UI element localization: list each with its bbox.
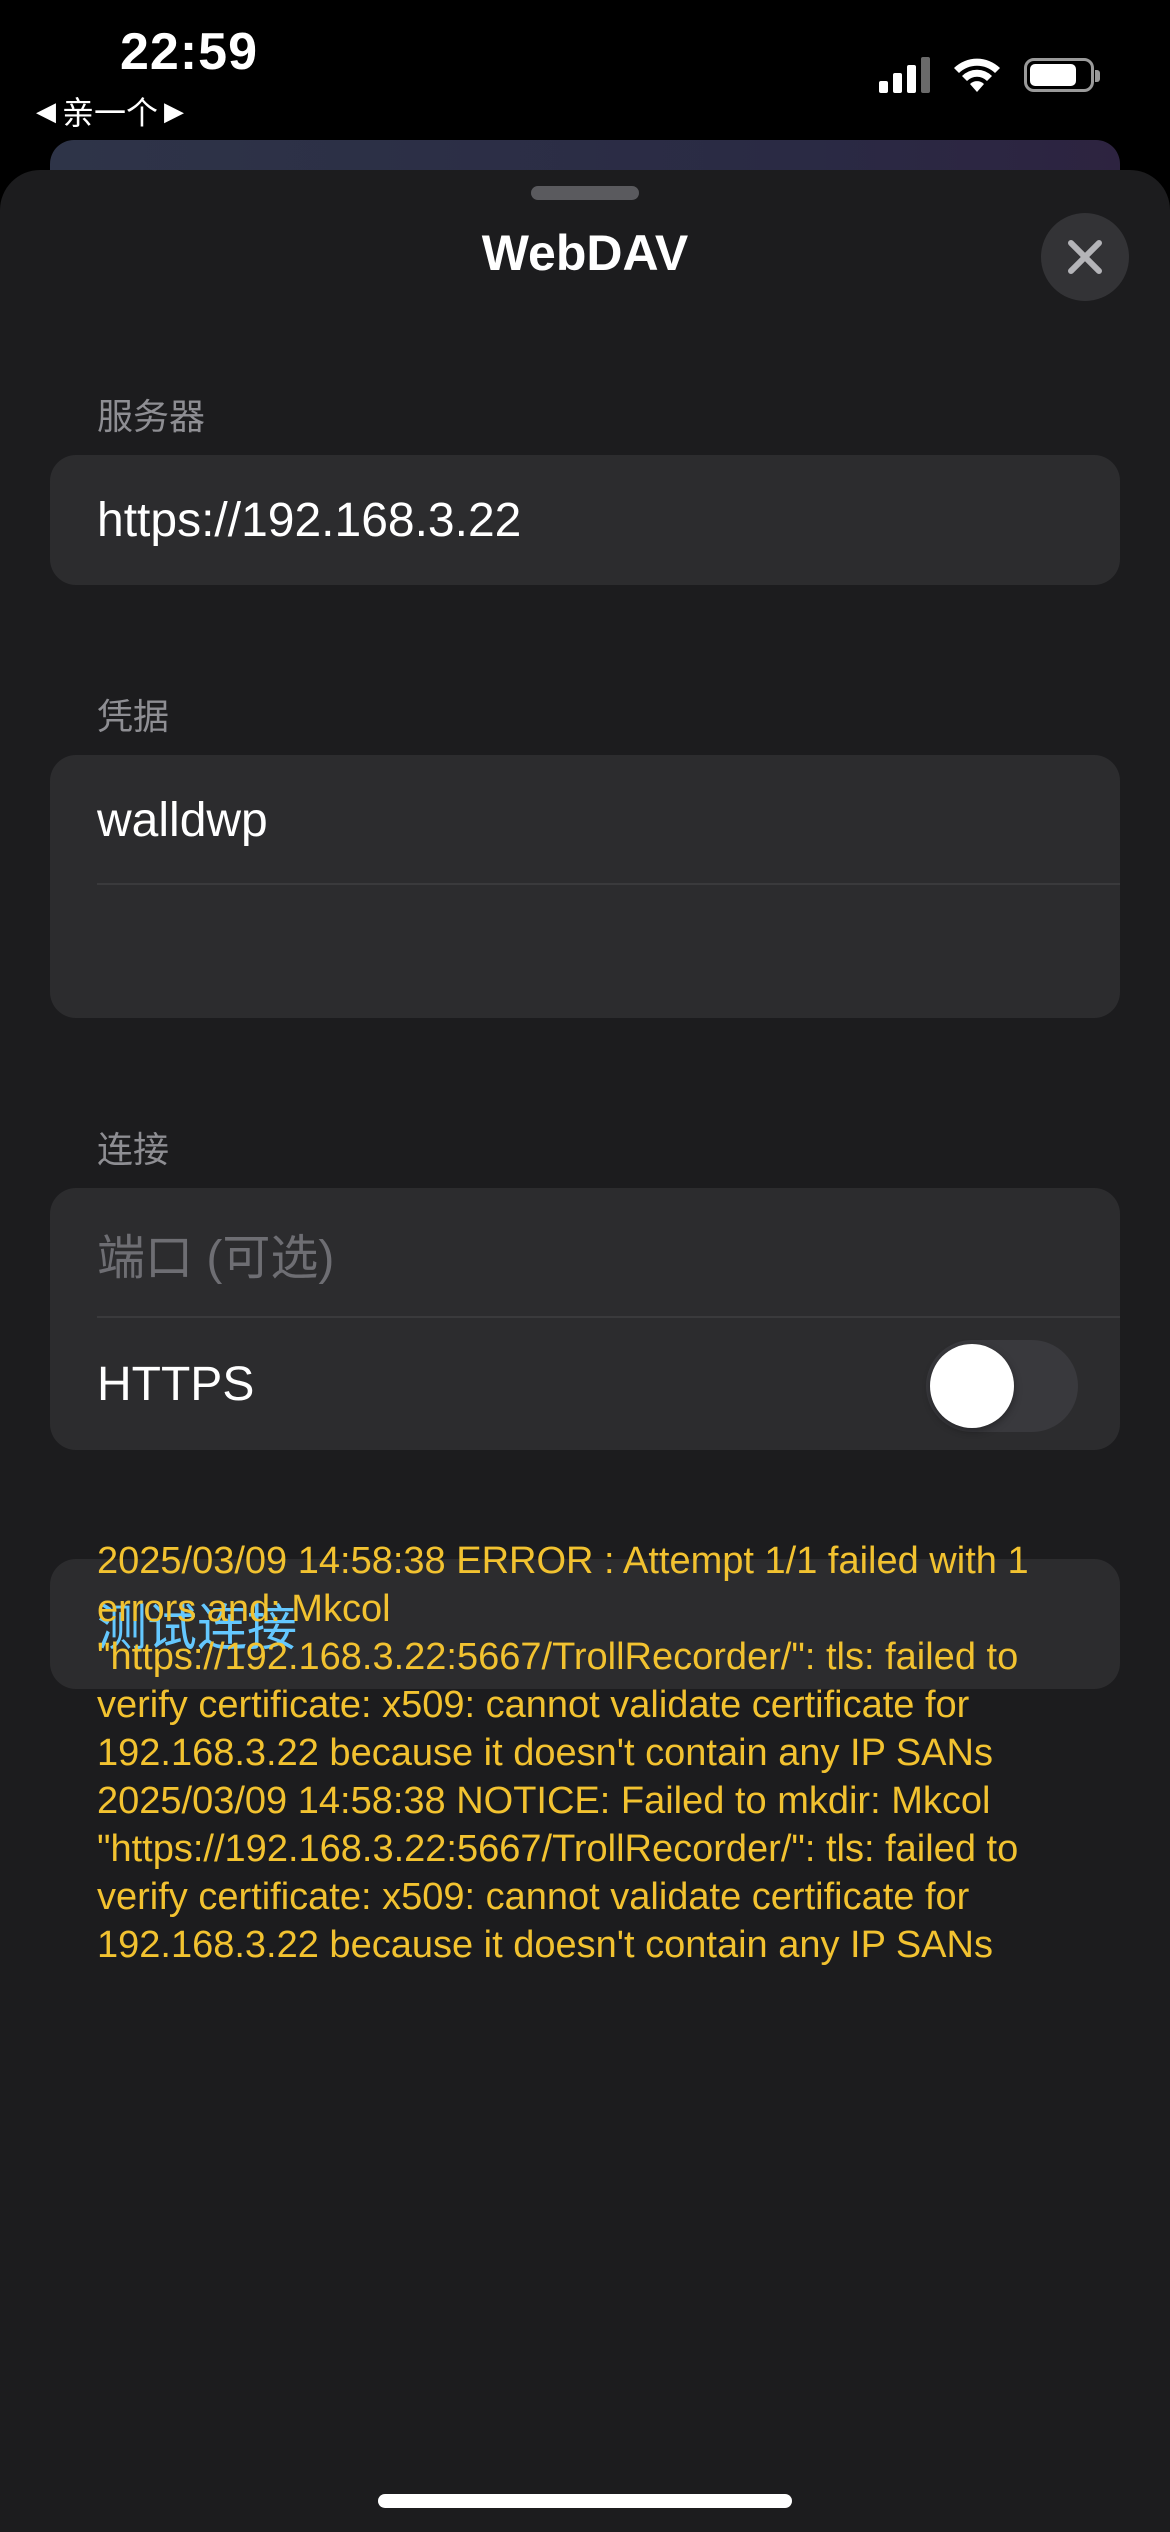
forward-arrow-icon: ▶ — [164, 95, 185, 126]
close-button[interactable] — [1041, 213, 1129, 301]
battery-icon — [1024, 58, 1100, 92]
server-url-field[interactable]: https://192.168.3.22 — [50, 455, 1120, 585]
connection-group: 端口 (可选) HTTPS — [50, 1188, 1120, 1450]
screen: 22:59 ◀ 亲一个 ▶ WebDAV 服务器 https://192.168… — [0, 0, 1170, 2532]
sheet-title: WebDAV — [481, 225, 689, 281]
webdav-sheet: WebDAV 服务器 https://192.168.3.22 凭据 walld… — [0, 170, 1170, 2532]
https-label: HTTPS — [97, 1357, 255, 1411]
https-toggle-knob — [930, 1344, 1014, 1428]
credentials-group: walldwp — [50, 755, 1120, 1018]
server-group: https://192.168.3.22 — [50, 455, 1120, 585]
back-to-app-button[interactable]: ◀ 亲一个 ▶ — [36, 88, 184, 134]
cellular-signal-icon — [879, 57, 930, 93]
connection-section-label: 连接 — [97, 1129, 170, 1170]
credentials-section-label: 凭据 — [97, 696, 170, 737]
back-arrow-icon: ◀ — [36, 95, 56, 126]
username-value: walldwp — [97, 793, 268, 847]
server-section-label: 服务器 — [97, 396, 206, 437]
back-app-label: 亲一个 — [62, 95, 159, 131]
sheet-grabber[interactable] — [531, 186, 639, 200]
wifi-icon — [954, 58, 1000, 92]
username-field[interactable]: walldwp — [50, 755, 1120, 885]
close-icon — [1068, 240, 1102, 274]
log-line: 2025/03/09 14:58:38 NOTICE: Failed to mk… — [97, 1780, 1029, 1966]
connection-log: 2025/03/09 14:58:38 ERROR : Attempt 1/1 … — [97, 1537, 1097, 1969]
https-toggle[interactable] — [926, 1340, 1078, 1432]
status-icons — [879, 56, 1100, 94]
home-indicator — [378, 2494, 792, 2508]
status-time: 22:59 — [120, 23, 258, 81]
https-row: HTTPS — [50, 1318, 1120, 1450]
battery-level — [1030, 64, 1076, 86]
server-url-value: https://192.168.3.22 — [97, 493, 522, 547]
port-field[interactable]: 端口 (可选) — [50, 1188, 1120, 1318]
log-line: 2025/03/09 14:58:38 ERROR : Attempt 1/1 … — [97, 1540, 1040, 1774]
password-field[interactable] — [50, 885, 1120, 1018]
port-placeholder: 端口 (可选) — [97, 1232, 335, 1285]
